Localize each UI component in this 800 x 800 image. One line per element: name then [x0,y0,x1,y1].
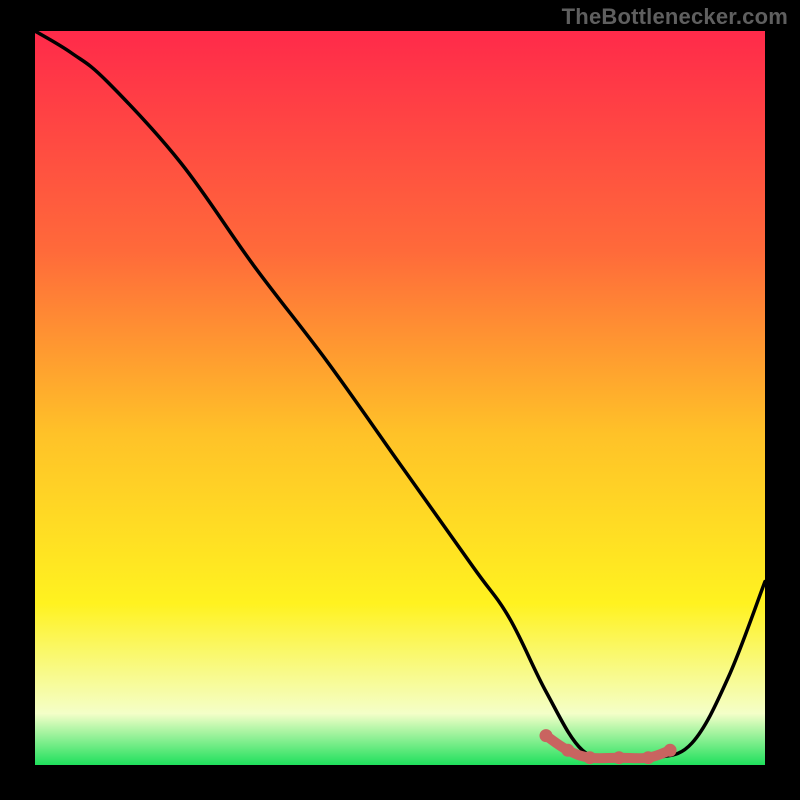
optimal-range-marker [664,744,677,757]
optimal-range-marker [561,744,574,757]
plot-background [35,31,765,765]
optimal-range-marker [540,729,553,742]
bottleneck-chart [0,0,800,800]
optimal-range-marker [583,751,596,764]
watermark-label: TheBottlenecker.com [562,4,788,30]
chart-stage: TheBottlenecker.com [0,0,800,800]
optimal-range-marker [613,751,626,764]
optimal-range-marker [642,751,655,764]
